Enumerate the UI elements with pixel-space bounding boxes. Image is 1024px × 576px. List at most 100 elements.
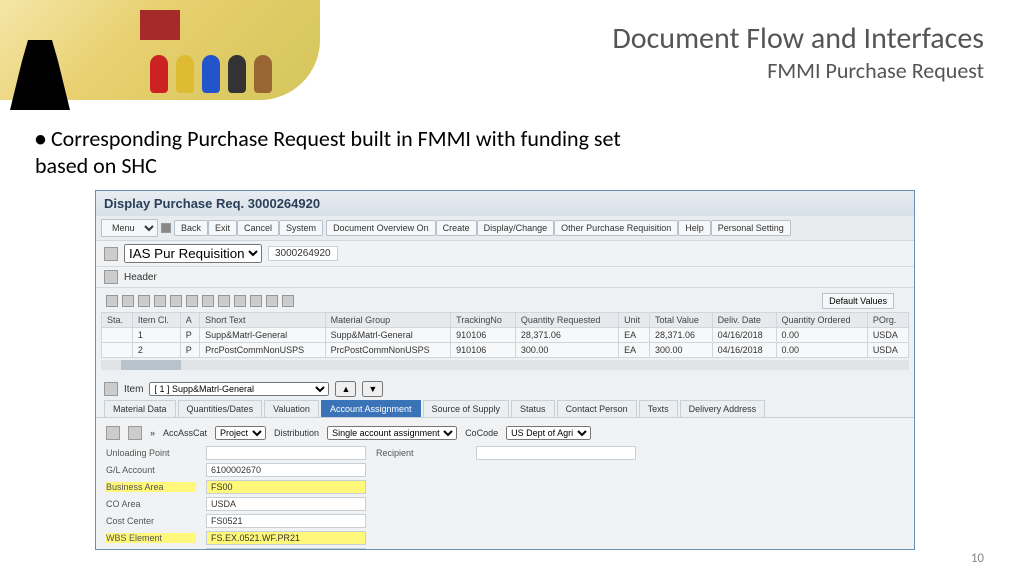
person-icon: [228, 55, 246, 93]
tab-delivery-address[interactable]: Delivery Address: [680, 400, 766, 417]
cell: EA: [619, 328, 650, 343]
column-header[interactable]: POrg.: [867, 313, 908, 328]
cell: 2: [132, 343, 180, 358]
cell: P: [180, 328, 199, 343]
title-block: Document Flow and Interfaces FMMI Purcha…: [612, 20, 984, 84]
person-icon: [202, 55, 220, 93]
field-value[interactable]: FS00: [206, 480, 366, 494]
tab-material-data[interactable]: Material Data: [104, 400, 176, 417]
cancel-button[interactable]: Cancel: [237, 220, 279, 236]
cell: USDA: [867, 328, 908, 343]
tool-icon[interactable]: [154, 295, 166, 307]
surveyor-silhouette: [10, 40, 70, 110]
slide-banner: [0, 0, 320, 100]
column-header[interactable]: Sta.: [102, 313, 133, 328]
field-value[interactable]: 6100002670: [206, 463, 366, 477]
accasscat-select[interactable]: Project: [215, 426, 266, 440]
column-header[interactable]: A: [180, 313, 199, 328]
cell: 0.00: [776, 343, 867, 358]
slide-subtitle: FMMI Purchase Request: [612, 57, 984, 84]
tab-source-of-supply[interactable]: Source of Supply: [423, 400, 510, 417]
main-toolbar: Menu BackExitCancelSystem Document Overv…: [96, 216, 914, 241]
tool-icon[interactable]: [218, 295, 230, 307]
table-row[interactable]: 1PSupp&Matrl-GeneralSupp&Matrl-General91…: [102, 328, 909, 343]
tool-icon[interactable]: [170, 295, 182, 307]
help-button[interactable]: Help: [678, 220, 711, 236]
tab-quantities-dates[interactable]: Quantities/Dates: [178, 400, 263, 417]
cell: 910106: [451, 328, 516, 343]
field-label: Business Area: [106, 482, 196, 492]
tab-texts[interactable]: Texts: [639, 400, 678, 417]
distribution-select[interactable]: Single account assignment: [327, 426, 457, 440]
item-select[interactable]: [ 1 ] Supp&Matrl-General: [149, 382, 329, 396]
field-value[interactable]: FS0000xFxF BP 1821: [206, 548, 366, 550]
field-label: CO Area: [106, 499, 196, 509]
tool-icon[interactable]: [202, 295, 214, 307]
tool-icon[interactable]: [186, 295, 198, 307]
cocode-label: CoCode: [465, 428, 498, 438]
tool-icon[interactable]: [138, 295, 150, 307]
column-header[interactable]: Quantity Requested: [515, 313, 618, 328]
history-back-icon[interactable]: [161, 223, 171, 233]
cell: 300.00: [649, 343, 712, 358]
cocode-select[interactable]: US Dept of Agri: [506, 426, 591, 440]
person-icon: [254, 55, 272, 93]
field-label: G/L Account: [106, 465, 196, 475]
tool-icon[interactable]: [106, 426, 120, 440]
field-value[interactable]: FS0521: [206, 514, 366, 528]
tab-status[interactable]: Status: [511, 400, 555, 417]
back-button[interactable]: Back: [174, 220, 208, 236]
tool-icon[interactable]: [234, 295, 246, 307]
tool-icon[interactable]: [128, 426, 142, 440]
header-label: Header: [124, 272, 157, 283]
default-values-button[interactable]: Default Values: [822, 293, 894, 309]
tab-valuation[interactable]: Valuation: [264, 400, 319, 417]
personal-setting-button[interactable]: Personal Setting: [711, 220, 791, 236]
field-value[interactable]: USDA: [206, 497, 366, 511]
document-overview-on-button[interactable]: Document Overview On: [326, 220, 436, 236]
column-header[interactable]: Unit: [619, 313, 650, 328]
horizontal-scrollbar[interactable]: [101, 360, 909, 370]
column-header[interactable]: Deliv. Date: [712, 313, 776, 328]
column-header[interactable]: TrackingNo: [451, 313, 516, 328]
bullet-text: Corresponding Purchase Request built in …: [35, 125, 675, 179]
item-icon: [104, 382, 118, 396]
field-value[interactable]: [206, 446, 366, 460]
column-header[interactable]: Material Group: [325, 313, 451, 328]
exit-button[interactable]: Exit: [208, 220, 237, 236]
tool-icon[interactable]: [106, 295, 118, 307]
tool-icon[interactable]: [266, 295, 278, 307]
items-table-area: Default Values Sta.Item Cl.AShort TextMa…: [96, 288, 914, 370]
item-prev-button[interactable]: ▲: [335, 381, 356, 397]
display-change-button[interactable]: Display/Change: [477, 220, 555, 236]
column-header[interactable]: Short Text: [200, 313, 326, 328]
menu-dropdown[interactable]: Menu: [101, 219, 158, 237]
column-header[interactable]: Quantity Ordered: [776, 313, 867, 328]
create-button[interactable]: Create: [436, 220, 477, 236]
table-icon-strip: Default Values: [101, 290, 909, 312]
detail-tabs: Material DataQuantities/DatesValuationAc…: [96, 400, 914, 417]
cell: P: [180, 343, 199, 358]
cell: Supp&Matrl-General: [200, 328, 326, 343]
column-header[interactable]: Item Cl.: [132, 313, 180, 328]
tool-icon[interactable]: [122, 295, 134, 307]
req-type-select[interactable]: IAS Pur Requisition: [124, 244, 262, 263]
item-next-button[interactable]: ▼: [362, 381, 383, 397]
field-label: Cost Center: [106, 516, 196, 526]
field-value[interactable]: [476, 446, 636, 460]
column-header[interactable]: Total Value: [649, 313, 712, 328]
distribution-label: Distribution: [274, 428, 319, 438]
tool-icon[interactable]: [250, 295, 262, 307]
header-bar[interactable]: Header: [96, 267, 914, 288]
tab-account-assignment[interactable]: Account Assignment: [321, 400, 421, 417]
cell: 04/16/2018: [712, 328, 776, 343]
account-assignment-panel: » AccAssCat Project Distribution Single …: [96, 417, 914, 550]
table-row[interactable]: 2PPrcPostCommNonUSPSPrcPostCommNonUSPS91…: [102, 343, 909, 358]
tab-contact-person[interactable]: Contact Person: [557, 400, 637, 417]
req-number-field[interactable]: 3000264920: [268, 246, 338, 261]
other-purchase-requisition-button[interactable]: Other Purchase Requisition: [554, 220, 678, 236]
system-button[interactable]: System: [279, 220, 323, 236]
page-number: 10: [971, 551, 984, 566]
field-value[interactable]: FS.EX.0521.WF.PR21: [206, 531, 366, 545]
tool-icon[interactable]: [282, 295, 294, 307]
